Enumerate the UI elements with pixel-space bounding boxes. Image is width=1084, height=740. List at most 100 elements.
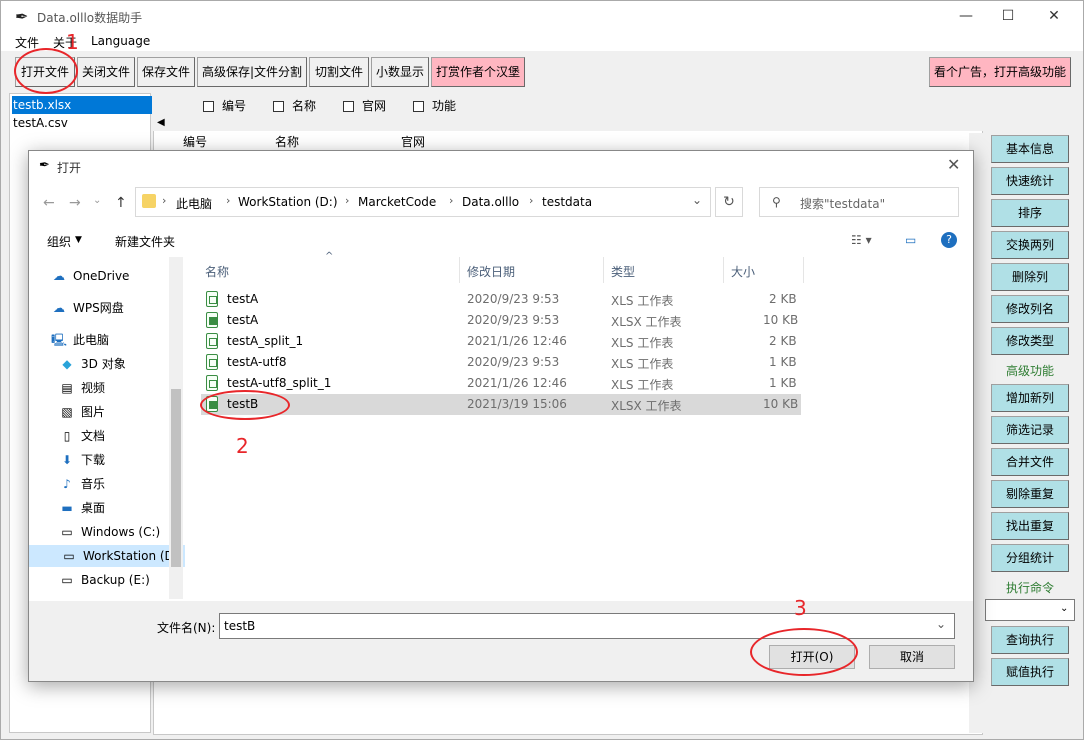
swap-columns-button[interactable]: 交换两列 — [991, 231, 1069, 259]
file-name: testA_split_1 — [227, 334, 304, 348]
chevron-down-icon[interactable]: ⌄ — [936, 617, 946, 631]
feather-icon: ✒ — [39, 158, 50, 173]
nav-3d-objects[interactable]: ◆ 3D 对象 — [59, 353, 125, 375]
breadcrumb-testdata[interactable]: testdata — [542, 195, 592, 209]
checkbox-id[interactable]: 编号 — [203, 97, 246, 114]
nav-onedrive[interactable]: ☁ OneDrive — [51, 265, 129, 287]
nav-this-pc[interactable]: 🖳 此电脑 — [51, 329, 109, 351]
merge-files-button[interactable]: 合并文件 — [991, 448, 1069, 476]
nav-wps-cloud[interactable]: ☁ WPS网盘 — [51, 297, 124, 319]
nav-pictures[interactable]: ▧ 图片 — [59, 401, 105, 423]
sort-button[interactable]: 排序 — [991, 199, 1069, 227]
scroll-left-icon[interactable]: ◀ — [157, 117, 165, 128]
nav-drive-e[interactable]: ▭ Backup (E:) — [59, 569, 149, 591]
nav-desktop[interactable]: ▬ 桌面 — [59, 497, 105, 519]
checkbox-box — [273, 101, 284, 112]
up-arrow-icon[interactable]: ↑ — [115, 195, 127, 211]
basic-info-button[interactable]: 基本信息 — [991, 135, 1069, 163]
header-date[interactable]: 修改日期 — [467, 263, 515, 280]
cancel-button[interactable]: 取消 — [869, 645, 955, 669]
picture-icon: ▧ — [61, 405, 73, 419]
checkbox-name[interactable]: 名称 — [273, 97, 316, 114]
query-execute-button[interactable]: 查询执行 — [991, 626, 1069, 654]
file-row[interactable]: testA 2020/9/23 9:53 XLSX 工作表 10 KB — [201, 310, 801, 331]
header-name[interactable]: 名称 — [205, 263, 229, 280]
nav-videos[interactable]: ▤ 视频 — [59, 377, 105, 399]
find-duplicates-button[interactable]: 找出重复 — [991, 512, 1069, 540]
forward-arrow-icon[interactable]: → — [69, 195, 81, 211]
preview-pane-icon[interactable]: ▭ — [905, 233, 916, 247]
organize-button[interactable]: 组织 — [47, 233, 71, 250]
address-bar[interactable]: › 此电脑 › WorkStation (D:) › MarcketCode ›… — [135, 187, 711, 217]
donate-button[interactable]: 打赏作者个汉堡 — [431, 57, 525, 87]
advanced-section-label: 高级功能 — [1005, 364, 1054, 378]
close-icon[interactable]: ✕ — [1031, 5, 1077, 27]
refresh-icon[interactable]: ↻ — [715, 187, 743, 217]
file-date: 2021/1/26 12:46 — [467, 376, 567, 390]
checkbox-website[interactable]: 官网 — [343, 97, 386, 114]
file-name: testA — [227, 292, 259, 306]
scrollbar-thumb[interactable] — [171, 389, 181, 567]
breadcrumb-computer[interactable]: 此电脑 — [176, 195, 212, 212]
nav-drive-d[interactable]: ▭ WorkStation (D — [29, 545, 185, 567]
file-item-testb[interactable]: testb.xlsx — [12, 96, 152, 114]
help-icon[interactable]: ? — [941, 232, 957, 248]
maximize-icon[interactable]: ☐ — [985, 5, 1031, 27]
decimal-display-button[interactable]: 小数显示 — [371, 57, 429, 87]
header-type[interactable]: 类型 — [611, 263, 635, 280]
breadcrumb-dataollo[interactable]: Data.olllo — [462, 195, 519, 209]
file-date: 2020/9/23 9:53 — [467, 292, 560, 306]
rename-column-button[interactable]: 修改列名 — [991, 295, 1069, 323]
horizontal-scrollbar[interactable] — [153, 117, 983, 131]
watch-ad-button[interactable]: 看个广告，打开高级功能 — [929, 57, 1071, 87]
file-row[interactable]: testA_split_1 2021/1/26 12:46 XLS 工作表 2 … — [201, 331, 801, 352]
change-type-button[interactable]: 修改类型 — [991, 327, 1069, 355]
close-icon[interactable]: ✕ — [947, 155, 960, 174]
nav-music[interactable]: ♪ 音乐 — [59, 473, 105, 495]
file-name: testA-utf8 — [227, 355, 287, 369]
drive-icon: ▭ — [61, 573, 73, 587]
file-size: 10 KB — [763, 397, 799, 411]
new-folder-button[interactable]: 新建文件夹 — [115, 233, 175, 250]
download-icon: ⬇ — [61, 453, 73, 467]
file-type: XLS 工作表 — [611, 378, 674, 392]
chevron-down-icon[interactable]: ⌄ — [692, 193, 702, 207]
file-row[interactable]: testA-utf8_split_1 2021/1/26 12:46 XLS 工… — [201, 373, 801, 394]
header-size[interactable]: 大小 — [731, 263, 755, 280]
filter-records-button[interactable]: 筛选记录 — [991, 416, 1069, 444]
menu-language[interactable]: Language — [91, 34, 150, 48]
annotation-number-2: 2 — [236, 434, 249, 458]
nav-documents[interactable]: ▯ 文档 — [59, 425, 105, 447]
delete-column-button[interactable]: 删除列 — [991, 263, 1069, 291]
breadcrumb-drive[interactable]: WorkStation (D:) — [238, 195, 338, 209]
checkbox-function[interactable]: 功能 — [413, 97, 456, 114]
nav-downloads[interactable]: ⬇ 下载 — [59, 449, 105, 471]
view-options-icon[interactable]: ☷ ▾ — [851, 233, 872, 247]
minimize-icon[interactable]: — — [943, 5, 989, 27]
remove-duplicates-button[interactable]: 剔除重复 — [991, 480, 1069, 508]
breadcrumb-marcketcode[interactable]: MarcketCode — [358, 195, 436, 209]
file-row[interactable]: testA-utf8 2020/9/23 9:53 XLS 工作表 1 KB — [201, 352, 801, 373]
nav-label: 此电脑 — [73, 333, 110, 347]
breadcrumb-separator: › — [449, 194, 454, 207]
group-stats-button[interactable]: 分组统计 — [991, 544, 1069, 572]
cut-file-button[interactable]: 切割文件 — [309, 57, 369, 87]
add-column-button[interactable]: 增加新列 — [991, 384, 1069, 412]
back-arrow-icon[interactable]: ← — [43, 195, 55, 211]
nav-drive-c[interactable]: ▭ Windows (C:) — [59, 521, 160, 543]
file-row[interactable]: testA 2020/9/23 9:53 XLS 工作表 2 KB — [201, 289, 801, 310]
assign-execute-button[interactable]: 赋值执行 — [991, 658, 1069, 686]
close-file-button[interactable]: 关闭文件 — [77, 57, 135, 87]
command-select[interactable]: ⌄ — [985, 599, 1075, 621]
nav-label: 文档 — [81, 429, 106, 443]
advanced-save-button[interactable]: 高级保存|文件分割 — [197, 57, 307, 87]
save-file-button[interactable]: 保存文件 — [137, 57, 195, 87]
recent-dropdown-icon[interactable]: ⌄ — [93, 195, 101, 206]
quick-stats-button[interactable]: 快速统计 — [991, 167, 1069, 195]
video-icon: ▤ — [61, 381, 73, 395]
search-input[interactable]: ⚲ 搜索"testdata" — [759, 187, 959, 217]
filename-input[interactable]: testB ⌄ — [219, 613, 955, 639]
file-row-selected[interactable]: testB 2021/3/19 15:06 XLSX 工作表 10 KB — [201, 394, 801, 415]
file-item-testa[interactable]: testA.csv — [12, 114, 152, 132]
column-header-name: 名称 — [275, 135, 300, 149]
